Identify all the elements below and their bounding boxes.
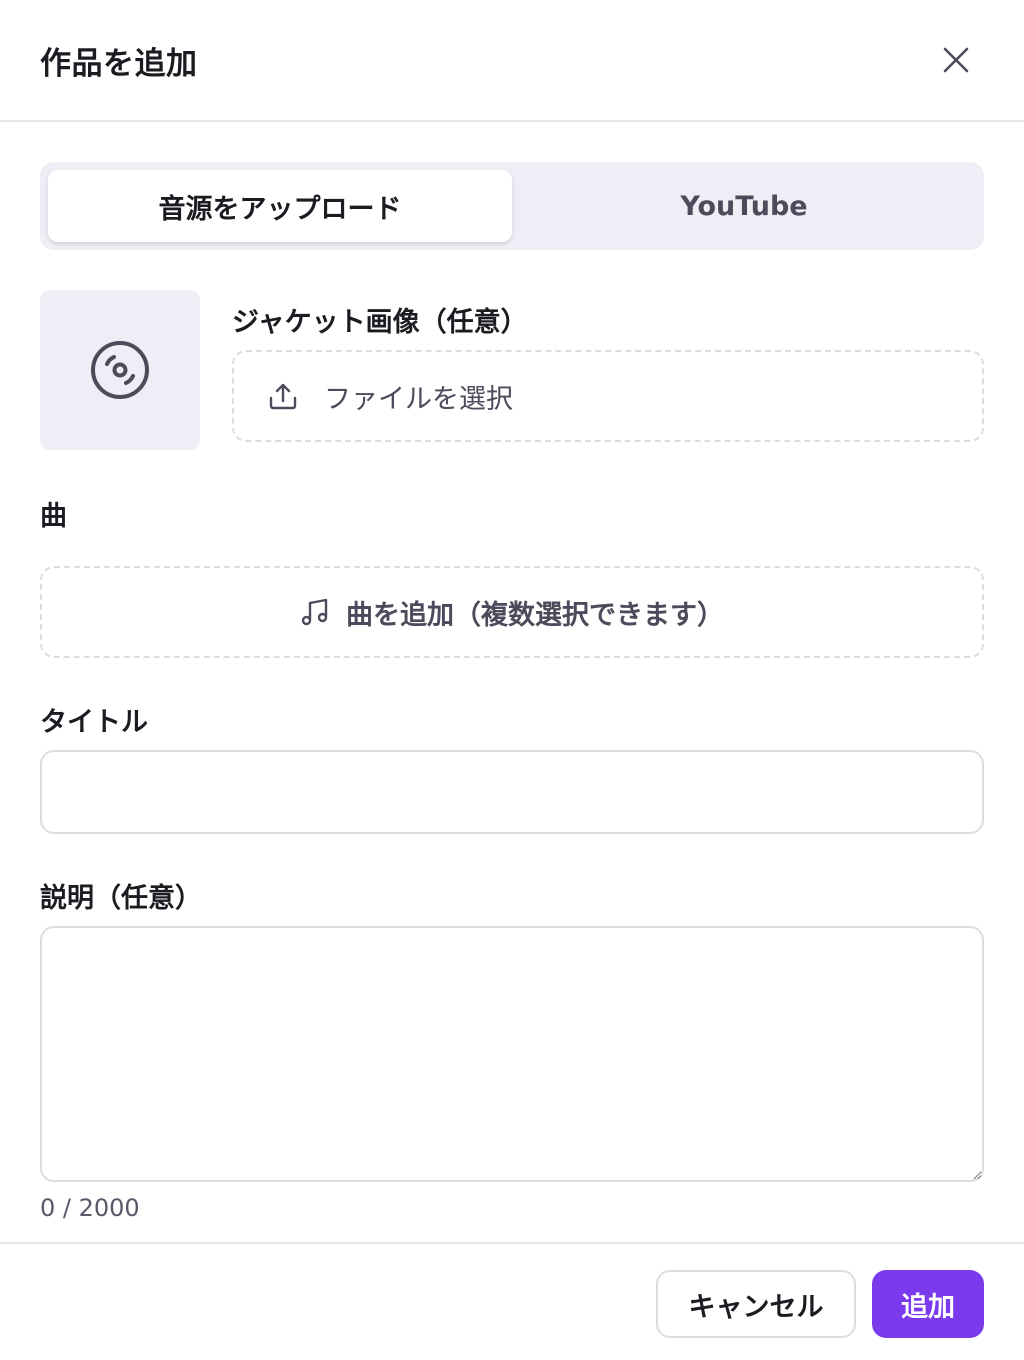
- add-work-dialog: 作品を追加 音源をアップロード YouTube ジャケット画像（任意） ファイル…: [0, 0, 1024, 1360]
- tab-youtube[interactable]: YouTube: [512, 170, 976, 242]
- add-button[interactable]: 追加: [872, 1270, 984, 1338]
- cancel-button[interactable]: キャンセル: [656, 1270, 856, 1338]
- music-note-icon: [301, 598, 328, 626]
- select-file-button[interactable]: ファイルを選択: [232, 350, 984, 442]
- jacket-image-preview: [40, 290, 200, 450]
- add-songs-label: 曲を追加（複数選択できます）: [346, 599, 724, 631]
- dialog-footer: キャンセル 追加: [0, 1242, 1024, 1360]
- add-songs-button[interactable]: 曲を追加（複数選択できます）: [40, 566, 984, 658]
- songs-label: 曲: [40, 501, 67, 532]
- cancel-button-label: キャンセル: [688, 1291, 824, 1323]
- jacket-image-label: ジャケット画像（任意）: [232, 307, 528, 338]
- description-label: 説明（任意）: [40, 883, 202, 914]
- title-label: タイトル: [40, 707, 148, 738]
- disc-icon: [91, 341, 149, 399]
- upload-icon: [269, 383, 297, 410]
- description-textarea[interactable]: [40, 926, 984, 1182]
- close-button[interactable]: [932, 36, 980, 84]
- title-input[interactable]: [40, 750, 984, 834]
- add-button-label: 追加: [901, 1291, 955, 1323]
- description-char-counter: 0 / 2000: [40, 1194, 140, 1222]
- tab-upload-audio[interactable]: 音源をアップロード: [48, 170, 512, 242]
- dialog-header: 作品を追加: [0, 0, 1024, 122]
- select-file-label: ファイルを選択: [324, 383, 513, 415]
- close-icon: [943, 47, 969, 73]
- dialog-title: 作品を追加: [40, 46, 198, 82]
- tab-upload-audio-label: 音源をアップロード: [158, 193, 402, 225]
- source-tabs: 音源をアップロード YouTube: [40, 162, 984, 250]
- tab-youtube-label: YouTube: [680, 190, 808, 222]
